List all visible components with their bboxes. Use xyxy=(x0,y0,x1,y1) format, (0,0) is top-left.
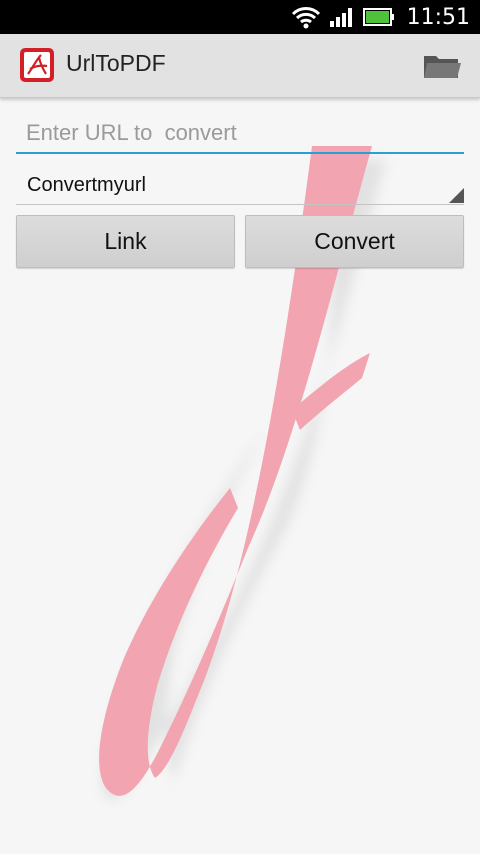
convert-button[interactable]: Convert xyxy=(245,215,464,268)
link-button[interactable]: Link xyxy=(16,215,235,268)
status-bar: 11:51 xyxy=(0,0,480,34)
service-spinner[interactable]: Convertmyurl xyxy=(16,166,464,205)
dropdown-arrow-icon xyxy=(449,188,464,203)
main-content: Convertmyurl Link Convert xyxy=(0,98,480,854)
wifi-icon xyxy=(291,7,320,29)
service-selected-value: Convertmyurl xyxy=(27,174,146,196)
pdf-app-icon[interactable] xyxy=(19,47,55,83)
app-title: UrlToPDF xyxy=(66,50,166,76)
signal-icon xyxy=(329,8,352,27)
status-time: 11:51 xyxy=(406,4,470,30)
url-input[interactable] xyxy=(16,114,464,154)
folder-icon[interactable] xyxy=(422,50,462,82)
battery-icon xyxy=(362,8,394,26)
action-bar: UrlToPDF xyxy=(0,34,480,98)
status-icons: 11:51 xyxy=(291,0,470,34)
